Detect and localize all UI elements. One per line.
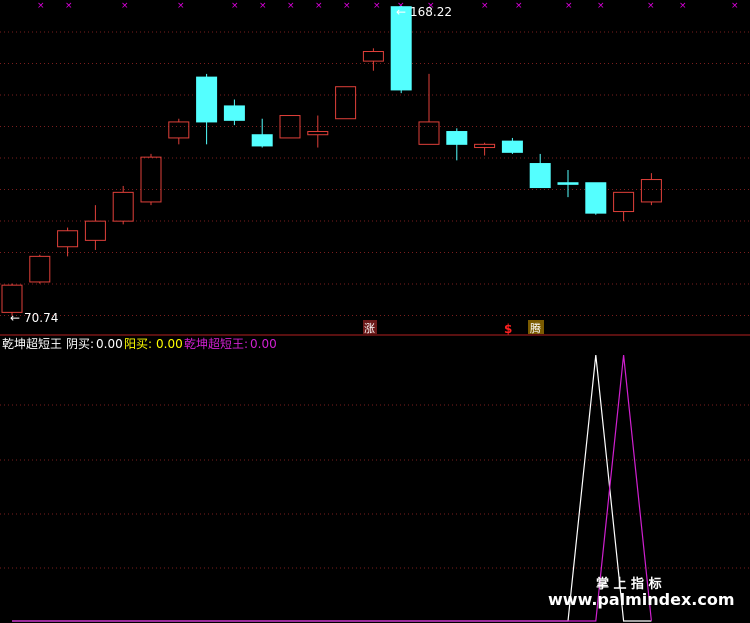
candle-body — [418, 121, 440, 145]
candle-body — [529, 163, 551, 189]
x-marker: × — [121, 1, 129, 11]
indicator-series-line — [12, 354, 652, 622]
indicator-series-line — [12, 354, 652, 622]
candle — [307, 115, 329, 148]
candle-body — [1, 284, 23, 313]
high-arrow: ← — [396, 5, 406, 19]
candle-body — [335, 86, 357, 120]
x-marker: × — [65, 1, 73, 11]
x-marker: × — [597, 1, 605, 11]
candle — [223, 99, 245, 126]
indicator-title: 乾坤超短王 — [2, 336, 62, 351]
qk-value: 0.00 — [250, 337, 277, 351]
candle-body — [557, 182, 579, 185]
low-price-label: 70.74 — [24, 311, 58, 325]
candle-body — [585, 182, 607, 214]
zhang-marker: 涨 — [364, 322, 375, 335]
candle — [501, 137, 523, 154]
candlestick-series — [1, 6, 662, 316]
candle — [390, 6, 412, 94]
candle-body — [84, 220, 106, 241]
candle — [557, 169, 579, 198]
candle — [474, 142, 496, 156]
candle-body — [140, 156, 162, 203]
candle — [613, 191, 635, 222]
high-price-label: 168.22 — [410, 5, 452, 19]
candle-body — [307, 131, 329, 136]
candle — [418, 73, 440, 145]
candle — [140, 153, 162, 206]
x-marker: × — [259, 1, 267, 11]
candle-body — [196, 76, 218, 123]
indicator-series — [12, 354, 652, 622]
candle — [446, 128, 468, 161]
x-marker: × — [679, 1, 687, 11]
watermark-url: www.palmindex.com — [548, 590, 735, 609]
candle-body — [57, 230, 79, 248]
candle-body — [446, 131, 468, 145]
candle-body — [474, 143, 496, 149]
x-marker: × — [647, 1, 655, 11]
x-marker: × — [565, 1, 573, 11]
candle — [362, 48, 384, 71]
dollar-marker: $ — [504, 322, 512, 336]
qk-label: 乾坤超短王: — [184, 336, 248, 351]
candle — [84, 205, 106, 250]
grid-lines — [0, 31, 750, 316]
x-marker: × — [373, 1, 381, 11]
top-x-markers: ××××××××××××××××××× — [37, 1, 739, 11]
chart-canvas: ××××××××××××××××××× ← 168.22 ← 70.74 涨 $… — [0, 1, 750, 622]
candle-body — [613, 191, 635, 213]
x-marker: × — [343, 1, 351, 11]
x-marker: × — [177, 1, 185, 11]
yang-buy-value: 0.00 — [156, 337, 183, 351]
candle — [585, 182, 607, 215]
x-marker: × — [481, 1, 489, 11]
candle — [112, 185, 134, 225]
candle — [196, 73, 218, 145]
candle-body — [390, 6, 412, 91]
x-marker: × — [287, 1, 295, 11]
yin-buy-value: 0.00 — [96, 337, 123, 351]
candle-body — [112, 191, 134, 222]
candle-body — [223, 105, 245, 121]
x-marker: × — [231, 1, 239, 11]
candle — [335, 86, 357, 120]
candle-body — [168, 121, 190, 139]
candle-body — [362, 51, 384, 62]
candle — [251, 118, 273, 148]
yang-buy-label: 阳买: — [124, 337, 152, 351]
yin-buy-label: 阴买: — [66, 337, 94, 351]
x-marker: × — [515, 1, 523, 11]
low-arrow: ← — [10, 311, 20, 325]
teng-marker: 腾 — [530, 321, 541, 335]
x-marker: × — [37, 1, 45, 11]
candle — [529, 153, 551, 189]
x-marker: × — [315, 1, 323, 11]
candle-body — [640, 179, 662, 203]
candle — [29, 254, 51, 284]
candle-body — [501, 140, 523, 153]
candle-body — [29, 255, 51, 283]
candle — [168, 118, 190, 145]
candle-body — [251, 134, 273, 147]
x-marker: × — [731, 1, 739, 11]
